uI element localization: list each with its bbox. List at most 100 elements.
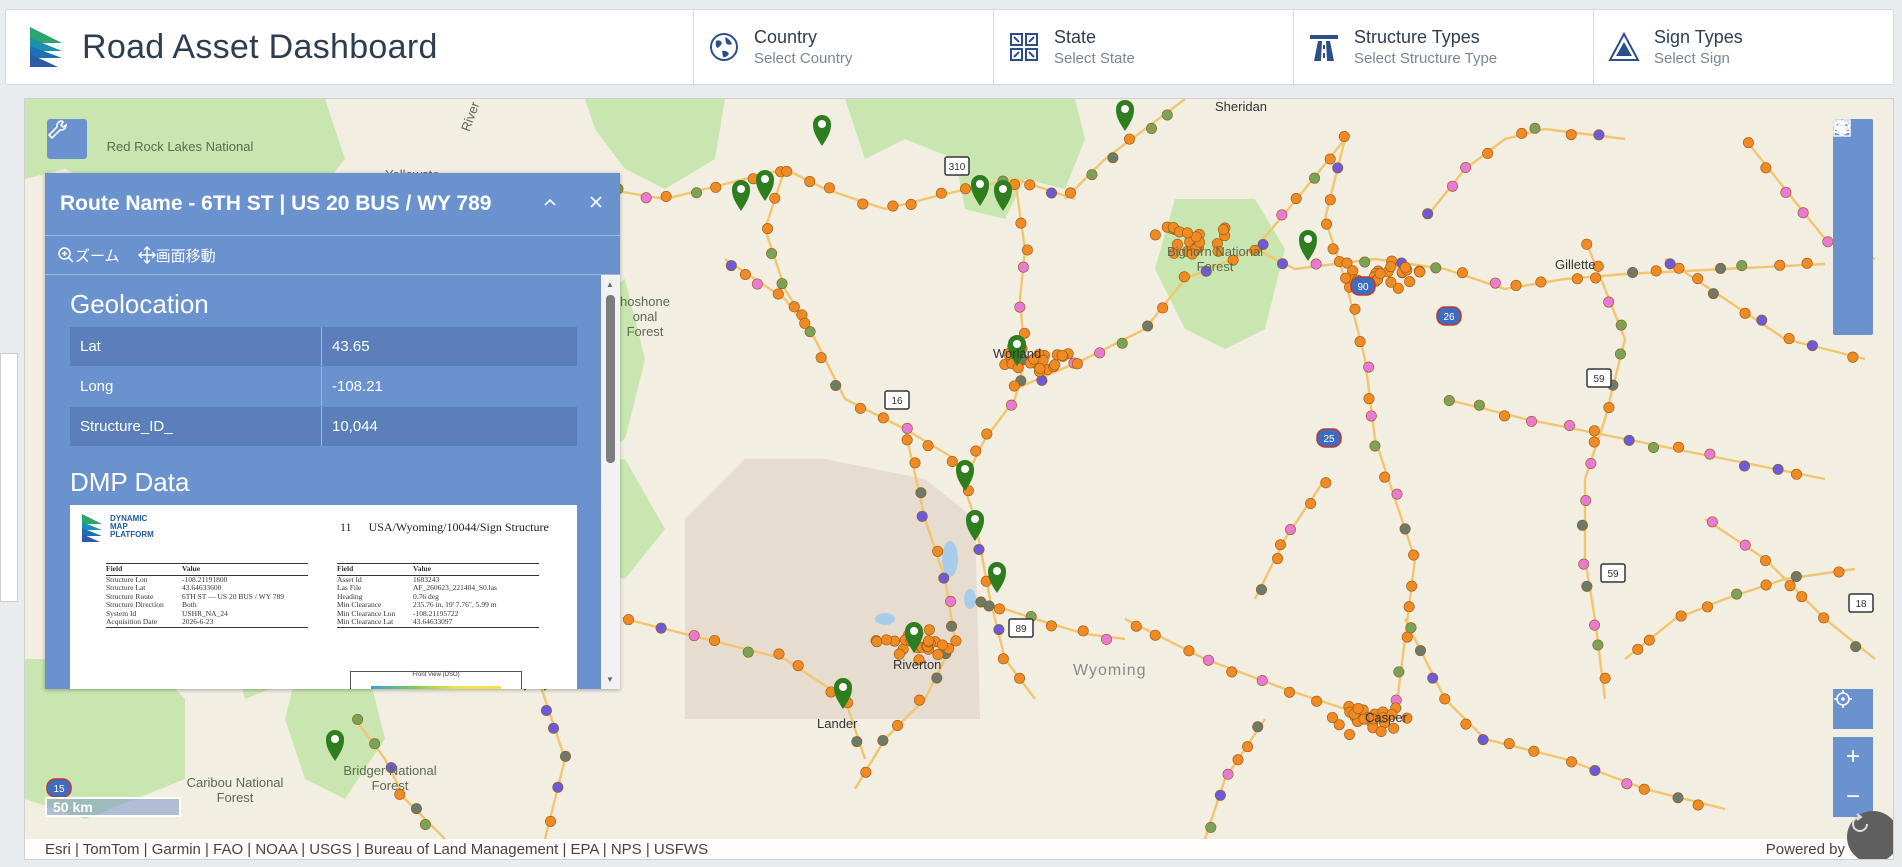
pan-to-label: 画面移動	[155, 247, 216, 265]
country-filter[interactable]: Country Select Country	[694, 10, 994, 84]
sign-type-filter-value: Select Sign	[1654, 50, 1730, 67]
globe-icon	[710, 33, 738, 61]
col-header: Value	[413, 563, 539, 576]
attr-key: Structure_ID_	[70, 406, 322, 447]
doc-field: Acquisition Date	[106, 617, 182, 628]
app-logo-icon	[30, 27, 62, 67]
chevron-up-icon	[544, 198, 556, 206]
feature-popup: Route Name - 6TH ST | US 20 BUS / WY 789…	[45, 173, 620, 689]
label-sheridan: Sheridan	[1215, 99, 1268, 114]
double-chevron-left-icon	[1835, 121, 1848, 133]
label-worland: Worland	[993, 346, 1042, 361]
scroll-down-arrow-icon[interactable]: ▼	[606, 675, 614, 684]
collapse-popup-button[interactable]	[543, 193, 557, 214]
route-shield: 16	[884, 390, 910, 410]
doc-title-number: 11	[340, 520, 352, 534]
wrench-icon	[47, 120, 67, 140]
dmp-heading: DMP Data	[70, 467, 190, 497]
label-riverton: Riverton	[893, 657, 942, 672]
popup-content: Geolocation Lat 43.65 Long -108.21 Struc…	[45, 275, 601, 689]
close-popup-button[interactable]	[589, 193, 603, 214]
popup-actions: ズーム 画面移動	[45, 235, 620, 275]
logo-line: PLATFORM	[110, 530, 154, 539]
sign-type-filter-label: Sign Types	[1654, 27, 1743, 47]
label-gillette: Gillette	[1555, 257, 1596, 272]
route-shield-label: 16	[891, 396, 903, 407]
route-shield-label: 26	[1443, 312, 1455, 323]
powered-by: Powered by	[1765, 841, 1845, 858]
label-caribou: Caribou National Forest	[186, 775, 284, 805]
route-shield-label: 90	[1357, 282, 1369, 293]
zoom-controls: + −	[1833, 737, 1873, 817]
attr-key: Lat	[70, 327, 322, 367]
scale-bar: 50 km	[45, 797, 181, 817]
sign-type-filter[interactable]: Sign Types Select Sign	[1594, 10, 1893, 84]
route-shield-label: 15	[53, 784, 65, 795]
dmp-logo-text: DYNAMIC MAP PLATFORM	[110, 515, 154, 539]
route-shield: 90	[1350, 276, 1376, 296]
scroll-up-arrow-icon[interactable]: ▲	[606, 280, 614, 289]
attr-value: -108.21	[321, 366, 577, 407]
doc-row: Min Clearance Lat 43.64633097	[337, 617, 539, 628]
tools-button[interactable]	[47, 119, 87, 159]
structure-type-filter-value: Select Structure Type	[1354, 50, 1498, 67]
route-shield: 310	[944, 156, 970, 176]
doc-left-table: Field Value Structure Lon -108.21191800 Str…	[106, 563, 308, 628]
layers-button[interactable]	[1833, 120, 1873, 263]
state-filter[interactable]: State Select State	[994, 10, 1294, 84]
basemap-button[interactable]	[1833, 119, 1873, 299]
table-row: Structure_ID_ 10,044	[70, 406, 577, 447]
route-shield: 59	[1586, 368, 1612, 388]
col-header: Field	[337, 563, 413, 576]
move-icon	[137, 246, 156, 264]
popup-scrollbar[interactable]: ▲ ▼	[601, 275, 620, 689]
route-shield-label: 18	[1855, 599, 1867, 610]
pan-to-action[interactable]: 画面移動	[137, 245, 216, 266]
route-shield: 26	[1436, 306, 1462, 326]
route-shield-label: 310	[949, 162, 966, 173]
refresh-icon	[1852, 813, 1868, 832]
zoom-in-icon	[58, 247, 74, 263]
popup-title: Route Name - 6TH ST | US 20 BUS / WY 789	[60, 192, 492, 215]
route-shield: 59	[1600, 563, 1626, 583]
doc-value: 6TH ST — US 20 BUS / WY 789	[182, 591, 284, 601]
map-toolbar	[1833, 119, 1873, 335]
country-filter-value: Select Country	[754, 50, 853, 67]
search-button[interactable]	[1833, 120, 1873, 191]
legend-button[interactable]	[1833, 121, 1873, 227]
structure-type-filter[interactable]: Structure Types Select Structure Type	[1294, 10, 1594, 84]
attribute-table: Lat 43.65 Long -108.21 Structure_ID_ 10,…	[70, 327, 577, 447]
collapsed-side-panel[interactable]	[0, 353, 18, 602]
zoom-to-label: ズーム	[75, 247, 120, 265]
route-shield-label: 25	[1323, 434, 1335, 445]
label-bighorn: Bighorn National Forest	[1166, 244, 1264, 274]
attr-value: 43.65	[321, 327, 577, 367]
front-view-thumbnail: Front View (DSO)	[350, 671, 522, 689]
triangle-sign-icon	[1608, 31, 1640, 61]
locate-button[interactable]	[1833, 689, 1873, 729]
collapse-left-button[interactable]	[1833, 121, 1873, 335]
dmp-document-image[interactable]: DYNAMIC MAP PLATFORM 11 USA/Wyoming/1004…	[70, 505, 577, 689]
scrollbar-thumb[interactable]	[606, 295, 615, 463]
route-shield-label: 59	[1607, 569, 1619, 580]
col-header: Field	[106, 563, 182, 576]
table-row: Lat 43.65	[70, 327, 577, 367]
zoom-in-button[interactable]: +	[1833, 737, 1873, 777]
default-extent-button[interactable]	[1847, 811, 1893, 859]
label-shoshone: hoshone onal Forest	[620, 294, 670, 339]
doc-field: Min Clearance Lat	[337, 617, 413, 628]
state-filter-value: Select State	[1054, 50, 1135, 67]
structure-type-filter-label: Structure Types	[1354, 27, 1480, 47]
doc-value: 43.64633097	[413, 617, 539, 628]
attr-key: Long	[70, 366, 322, 407]
popup-header: Route Name - 6TH ST | US 20 BUS / WY 789	[45, 173, 620, 235]
geolocation-heading: Geolocation	[70, 289, 209, 319]
crosshair-icon	[1834, 690, 1852, 708]
label-casper: Casper	[1365, 710, 1407, 725]
zoom-to-action[interactable]: ズーム	[57, 245, 120, 266]
col-header: Value	[182, 563, 308, 576]
attr-value: 10,044	[321, 406, 577, 447]
route-shield: 18	[1848, 593, 1874, 613]
doc-value: 2026-6-23	[182, 617, 308, 628]
map-attribution: Esri | TomTom | Garmin | FAO | NOAA | US…	[25, 839, 1893, 859]
